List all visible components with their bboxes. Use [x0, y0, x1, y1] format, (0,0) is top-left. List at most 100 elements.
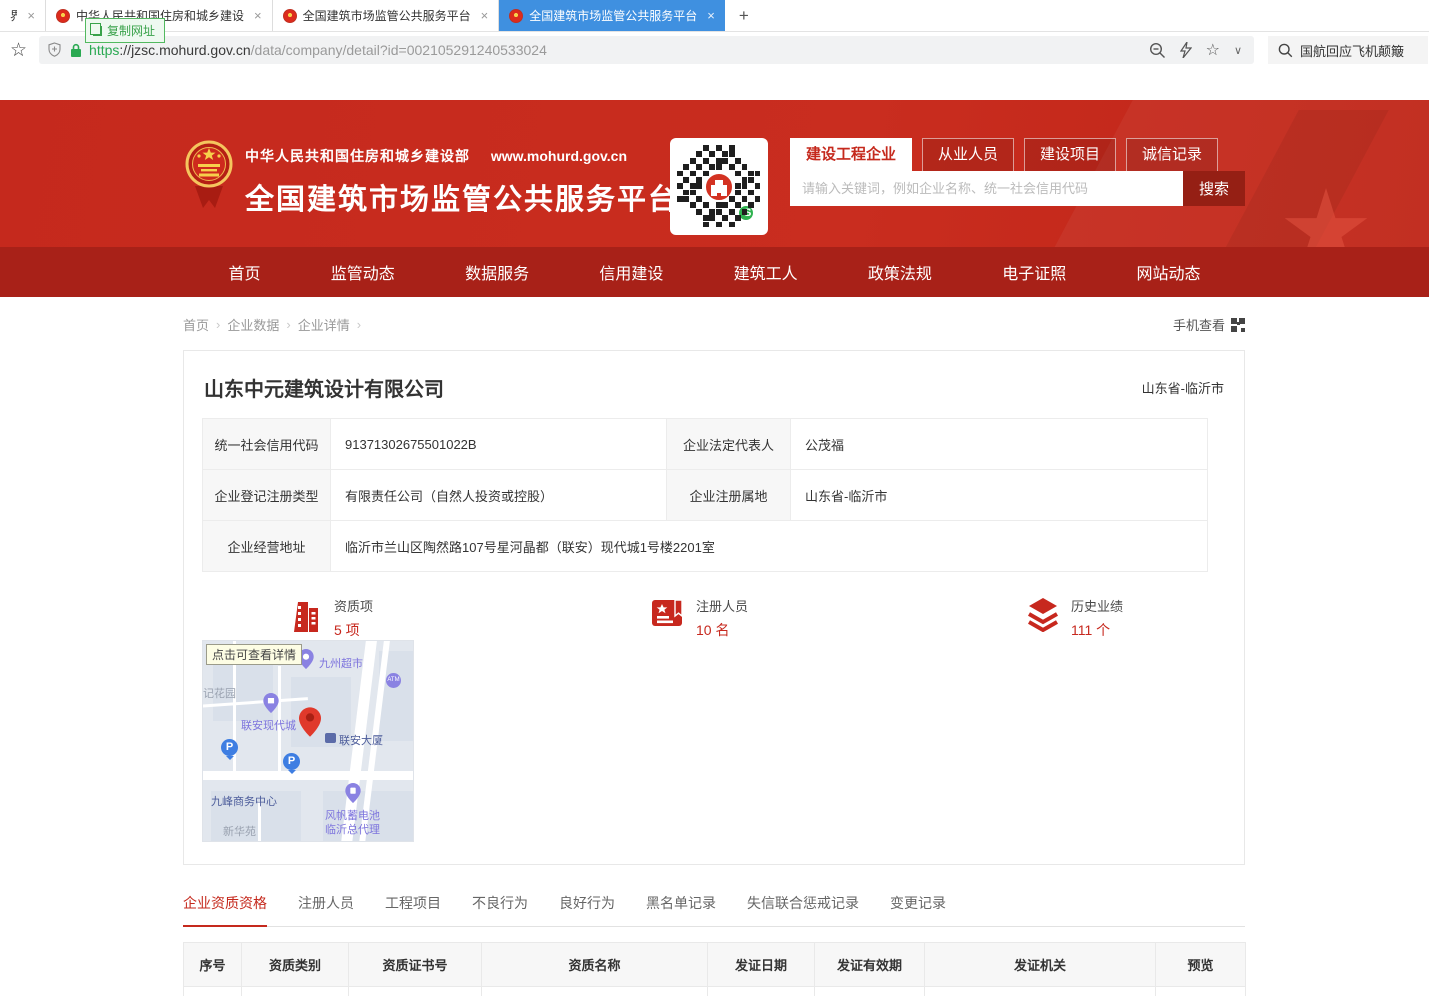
page: 界 × 中华人民共和国住房和城乡建设 × 全国建筑市场监管公共服务平台 × 全国… — [0, 0, 1429, 996]
url-host: ://jzsc.mohurd.gov.cn — [119, 42, 250, 58]
reg-type-label: 企业登记注册类型 — [203, 470, 331, 521]
favorite-star-icon[interactable]: ☆ — [1206, 40, 1220, 60]
tab-good-behavior[interactable]: 良好行为 — [559, 893, 615, 926]
stat-label: 历史业绩 — [1071, 596, 1123, 615]
col-qual-name: 资质名称 — [482, 943, 708, 987]
tab-change-records[interactable]: 变更记录 — [890, 893, 946, 926]
nav-supervision[interactable]: 监管动态 — [331, 260, 395, 284]
company-name: 山东中元建筑设计有限公司 — [204, 373, 444, 402]
company-stats: 资质项 5 项 — [202, 596, 1208, 640]
copy-icon — [93, 26, 102, 36]
col-no: 序号 — [184, 943, 242, 987]
main-nav: 首页 监管动态 数据服务 信用建设 建筑工人 政策法规 电子证照 网站动态 — [0, 247, 1429, 297]
tab-title: 界 — [10, 7, 17, 24]
address-value: 临沂市兰山区陶然路107号星河晶都（联安）现代城1号楼2201室 — [331, 521, 1208, 572]
qual-name: 工程设计建筑行业（建筑工程）甲级 — [482, 987, 708, 996]
breadcrumb-sep: › — [286, 317, 290, 332]
tab-bad-behavior[interactable]: 不良行为 — [472, 893, 528, 926]
search-tab-personnel[interactable]: 从业人员 — [922, 138, 1014, 171]
close-icon[interactable]: × — [481, 8, 489, 23]
reg-area-label: 企业注册属地 — [667, 470, 791, 521]
community-pin-icon — [263, 693, 279, 713]
nav-site-news[interactable]: 网站动态 — [1136, 260, 1200, 284]
stat-registered-personnel[interactable]: 注册人员 10 名 — [650, 596, 748, 640]
national-emblem — [185, 138, 233, 210]
map-label-lianan-tower: 联安大厦 — [339, 732, 383, 748]
company-location-pin[interactable] — [299, 707, 321, 737]
nav-home[interactable]: 首页 — [229, 260, 261, 284]
browser-tab-0[interactable]: 界 × — [0, 0, 46, 31]
breadcrumb-sep: › — [216, 317, 220, 332]
breadcrumb-company-data[interactable]: 企业数据 — [227, 315, 279, 334]
browser-tab-3-active[interactable]: 全国建筑市场监管公共服务平台 × — [499, 0, 725, 31]
map-tooltip: 点击可查看详情 — [206, 644, 302, 665]
site-header: 中华人民共和国住房和城乡建设部 www.mohurd.gov.cn 全国建筑市场… — [0, 100, 1429, 247]
zoom-out-icon[interactable] — [1149, 42, 1166, 59]
nav-workers[interactable]: 建筑工人 — [734, 260, 798, 284]
national-emblem-icon — [283, 9, 297, 23]
main-content: 首页 › 企业数据 › 企业详情 › 手机查看 山东中元建筑设计有限公司 山东省… — [183, 297, 1245, 996]
keyword-search-input[interactable] — [790, 171, 1183, 206]
search-tab-project[interactable]: 建设项目 — [1024, 138, 1116, 171]
copy-url-tooltip: 复制网址 — [85, 18, 165, 43]
toolbar-icon-group: ☆ ∨ — [1149, 40, 1246, 60]
col-category: 资质类别 — [242, 943, 349, 987]
legal-rep-label: 企业法定代表人 — [667, 419, 791, 470]
address-bar[interactable]: https://jzsc.mohurd.gov.cn/data/company/… — [39, 36, 1254, 64]
map-label-business-center: 九峰商务中心 — [211, 793, 277, 809]
tab-qualifications[interactable]: 企业资质资格 — [183, 893, 267, 927]
close-icon[interactable]: × — [27, 8, 35, 23]
credit-code-value: 91371302675501022B — [331, 419, 667, 470]
tab-projects[interactable]: 工程项目 — [385, 893, 441, 926]
nav-data-service[interactable]: 数据服务 — [465, 260, 529, 284]
breadcrumb-company-detail[interactable]: 企业详情 — [298, 315, 350, 334]
close-icon[interactable]: × — [254, 8, 262, 23]
nav-credit[interactable]: 信用建设 — [599, 260, 663, 284]
col-validity: 发证有效期 — [815, 943, 925, 987]
new-tab-button[interactable]: + — [725, 0, 763, 31]
col-authority: 发证机关 — [925, 943, 1156, 987]
tab-registered-personnel[interactable]: 注册人员 — [298, 893, 354, 926]
reg-area-value: 山东省-临沂市 — [791, 470, 1208, 521]
url-text: https://jzsc.mohurd.gov.cn/data/company/… — [89, 42, 547, 58]
breadcrumb-home[interactable]: 首页 — [183, 315, 209, 334]
address-label: 企业经营地址 — [203, 521, 331, 572]
location-map[interactable]: 点击可查看详情 九州超市 ATM 联安现代城 联安大厦 P P 九峰商务中心 风… — [202, 640, 414, 842]
atm-icon: ATM — [386, 673, 401, 688]
url-scheme: https — [89, 42, 119, 58]
nav-policy[interactable]: 政策法规 — [868, 260, 932, 284]
battery-pin-icon — [345, 783, 361, 803]
mobile-view-label: 手机查看 — [1173, 315, 1225, 334]
nav-e-cert[interactable]: 电子证照 — [1002, 260, 1066, 284]
reg-type-value: 有限责任公司（自然人投资或控股） — [331, 470, 667, 521]
search-tab-enterprise[interactable]: 建设工程企业 — [790, 138, 912, 171]
url-path: /data/company/detail?id=0021052912405330… — [251, 42, 547, 58]
qualification-table: 序号 资质类别 资质证书号 资质名称 发证日期 发证有效期 发证机关 预览 1 … — [183, 942, 1246, 996]
flash-icon[interactable] — [1180, 42, 1192, 58]
close-icon[interactable]: × — [707, 8, 715, 23]
issue-date: 2017-08-02 — [708, 987, 815, 996]
breadcrumb-sep: › — [357, 317, 361, 332]
table-row: 1 设计资质 A137030497 工程设计建筑行业（建筑工程）甲级 2017-… — [184, 987, 1246, 996]
quick-search-box[interactable]: 国航回应飞机颠簸 — [1268, 36, 1428, 64]
map-label-supermarket: 九州超市 — [319, 655, 363, 671]
search-button[interactable]: 搜索 — [1183, 171, 1245, 206]
mobile-view-button[interactable]: 手机查看 — [1173, 315, 1245, 334]
company-detail-card: 山东中元建筑设计有限公司 山东省-临沂市 统一社会信用代码 9137130267… — [183, 350, 1245, 865]
stat-qualifications[interactable]: 资质项 5 项 — [290, 596, 373, 640]
parking-icon: P — [283, 753, 300, 770]
lock-icon — [70, 43, 82, 58]
certificate-icon — [650, 596, 686, 630]
browser-tab-2[interactable]: 全国建筑市场监管公共服务平台 × — [273, 0, 500, 31]
credit-code-label: 统一社会信用代码 — [203, 419, 331, 470]
col-cert-no: 资质证书号 — [349, 943, 482, 987]
tab-blacklist[interactable]: 黑名单记录 — [646, 893, 716, 926]
bookmark-star-icon[interactable]: ☆ — [10, 39, 27, 62]
tab-dishonesty[interactable]: 失信联合惩戒记录 — [747, 893, 859, 926]
breadcrumb: 首页 › 企业数据 › 企业详情 › 手机查看 — [183, 315, 1245, 334]
search-tab-credit[interactable]: 诚信记录 — [1126, 138, 1218, 171]
shield-plus-icon[interactable] — [47, 42, 62, 58]
chevron-down-icon[interactable]: ∨ — [1234, 44, 1242, 57]
row-no: 1 — [184, 987, 242, 996]
stat-history-performance[interactable]: 历史业绩 111 个 — [1025, 596, 1123, 640]
